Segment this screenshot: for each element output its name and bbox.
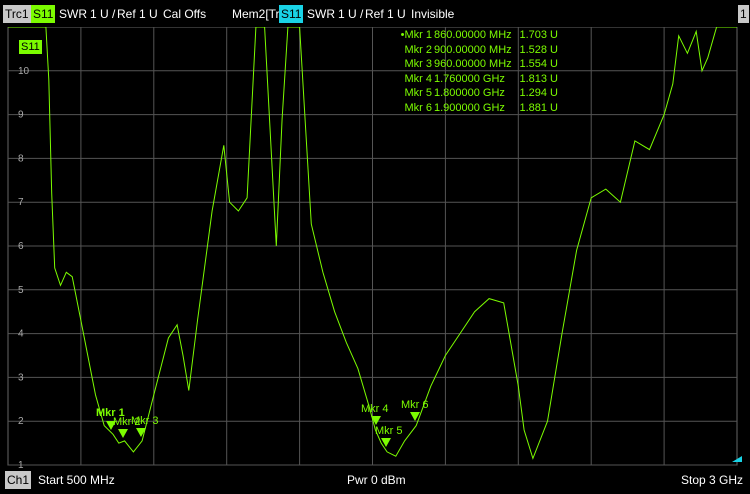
mem-scale-label[interactable]: 1 U /: [338, 5, 363, 23]
ref-label[interactable]: Ref 1 U: [117, 5, 158, 23]
marker-name: Mkr 3: [404, 58, 433, 70]
marker-value: 1.703 U: [519, 29, 558, 41]
y-tick-label: 10: [18, 66, 30, 77]
channel-tab[interactable]: Ch1: [5, 471, 32, 489]
marker-3-icon[interactable]: [136, 428, 146, 437]
marker-value: 1.813 U: [519, 72, 558, 85]
marker-freq: 1.800000 GHz: [434, 87, 505, 99]
marker-freq: 1.900000 GHz: [434, 101, 505, 114]
marker-5-icon[interactable]: [381, 438, 391, 447]
marker-freq: 860.00000 MHz: [434, 29, 512, 41]
window-number[interactable]: 1: [738, 5, 749, 23]
trace-header: Trc1 S11 SWR 1 U / Ref 1 U Cal Offs Mem2…: [0, 0, 750, 27]
mem-state-label[interactable]: Invisible: [411, 5, 454, 23]
y-tick-label: 3: [18, 372, 24, 383]
y-tick-label: 2: [18, 416, 24, 427]
marker-value: 1.294 U: [519, 87, 558, 99]
marker-label-4[interactable]: Mkr 4: [361, 403, 389, 415]
marker-freq: 960.00000 MHz: [434, 58, 512, 70]
marker-label-5[interactable]: Mkr 5: [375, 425, 403, 437]
marker-value: 1.554 U: [519, 58, 558, 70]
marker-2-icon[interactable]: [118, 429, 128, 438]
mem-format-label[interactable]: SWR: [307, 5, 335, 23]
cal-label[interactable]: Cal Offs: [163, 5, 206, 23]
marker-label-6[interactable]: Mkr 6: [401, 399, 429, 411]
marker-name: Mkr 5: [404, 87, 433, 99]
marker-freq: 1.760000 GHz: [434, 72, 505, 85]
grid: [8, 27, 737, 466]
channel-footer: Ch1 Start 500 MHz Pwr 0 dBm Stop 3 GHz: [0, 470, 750, 494]
marker-name: Mkr 2: [404, 43, 433, 56]
scale-label[interactable]: 1 U /: [90, 5, 115, 23]
y-tick-label: 5: [18, 285, 24, 296]
y-tick-label: 8: [18, 153, 24, 164]
y-tick-label: 7: [18, 197, 24, 208]
marker-1-icon[interactable]: [106, 421, 116, 430]
marker-value: 1.528 U: [519, 43, 558, 56]
trace-tab[interactable]: Trc1: [3, 5, 31, 23]
marker-value: 1.881 U: [519, 101, 558, 114]
start-freq[interactable]: Start 500 MHz: [38, 471, 115, 489]
marker-label-3[interactable]: Mkr 3: [131, 415, 159, 427]
marker-6-icon[interactable]: [410, 412, 420, 421]
marker-name: Mkr 6: [404, 101, 433, 114]
marker-4-icon[interactable]: [371, 416, 381, 425]
y-tick-label: 4: [18, 329, 24, 340]
marker-freq: 900.00000 MHz: [434, 43, 512, 56]
format-label[interactable]: SWR: [59, 5, 87, 23]
marker-name: Mkr 1: [404, 29, 433, 41]
mem-param-label[interactable]: S11: [279, 5, 304, 23]
power-level[interactable]: Pwr 0 dBm: [347, 471, 406, 489]
y-tick-label: 6: [18, 241, 24, 252]
y-tick-labels: 10987654321: [18, 66, 30, 471]
vna-screen: 10 9 8 7 6 5 4 3 2 1 Trc1 S11 SWR 1 U / Ref 1 U C…: [0, 0, 750, 494]
stop-freq[interactable]: Stop 3 GHz: [681, 471, 743, 489]
mem-ref-label[interactable]: Ref 1 U: [365, 5, 406, 23]
y-tick-label: 9: [18, 110, 24, 121]
param-label[interactable]: S11: [31, 5, 56, 23]
marker-name: Mkr 4: [404, 72, 433, 85]
trace-name-label[interactable]: S11: [19, 40, 42, 54]
